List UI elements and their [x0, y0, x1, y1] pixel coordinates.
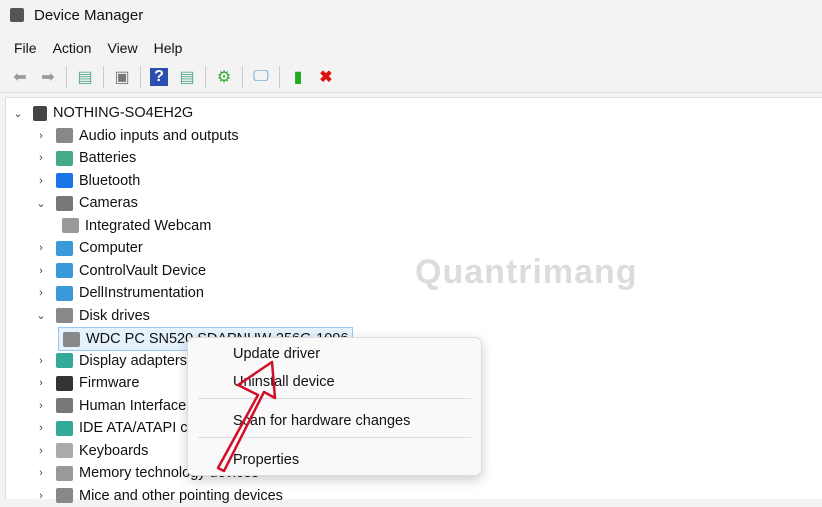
- annotation-arrow: [216, 360, 277, 473]
